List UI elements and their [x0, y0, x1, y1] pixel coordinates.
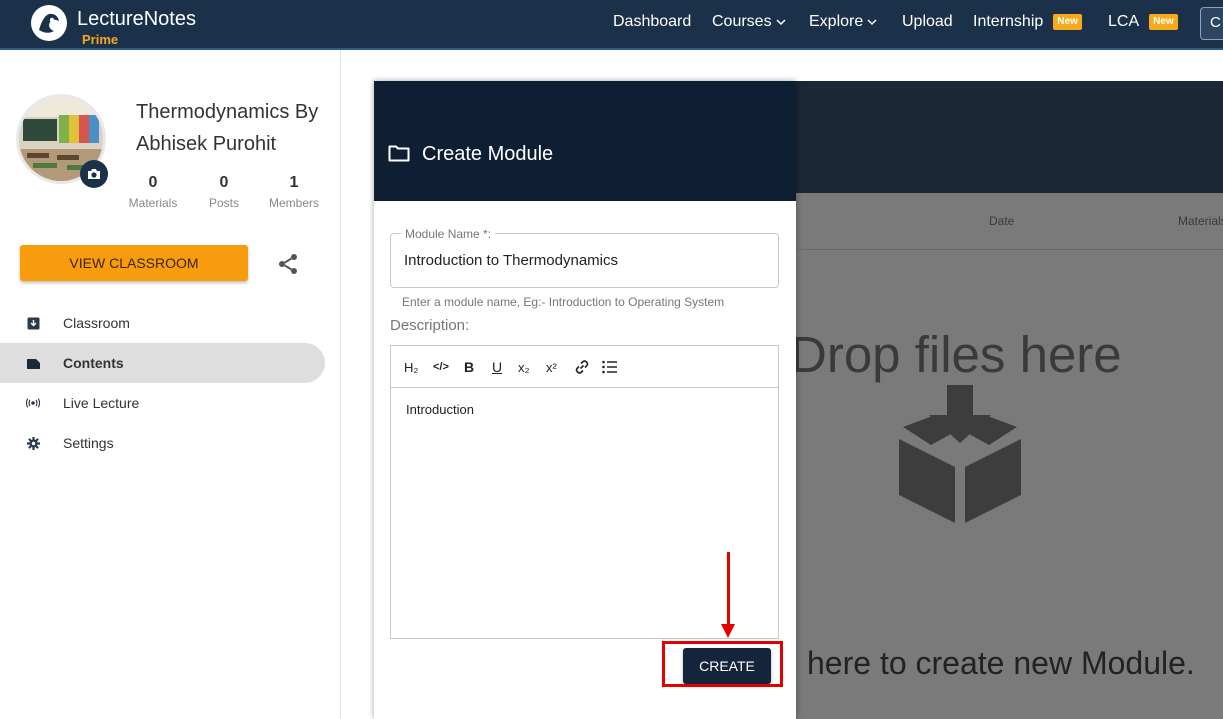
brand-name[interactable]: LectureNotes — [77, 8, 196, 31]
description-label: Description: — [390, 317, 470, 334]
classroom-icon — [26, 316, 40, 330]
lecturenotes-logo-icon[interactable] — [30, 4, 68, 42]
top-navbar: LectureNotes Prime Dashboard Courses Exp… — [0, 0, 1223, 50]
sidebar: Thermodynamics By Abhisek Purohit 0 Mate… — [0, 50, 341, 719]
sidebar-item-settings[interactable]: Settings — [0, 423, 325, 463]
nav-account-button[interactable]: C — [1200, 7, 1223, 40]
classroom-title: Thermodynamics By Abhisek Purohit — [136, 101, 319, 155]
sidebar-item-live-lecture[interactable]: Live Lecture — [0, 383, 325, 423]
subscript-button[interactable]: x₂ — [518, 358, 530, 376]
contents-header-banner — [795, 81, 1223, 193]
stat-posts-value: 0 — [219, 174, 229, 191]
dialog-header: Create Module — [374, 81, 796, 201]
change-photo-button[interactable] — [80, 160, 108, 188]
folder-icon — [388, 145, 410, 162]
dialog-title: Create Module — [422, 143, 554, 165]
sidebar-item-classroom[interactable]: Classroom — [0, 303, 325, 343]
description-editor[interactable]: H₂ </> B U x₂ x² Introduction — [390, 345, 779, 639]
sidebar-item-contents[interactable]: Contents — [0, 343, 325, 383]
module-name-field[interactable]: Module Name *: — [390, 227, 779, 288]
sidebar-item-label: Live Lecture — [63, 395, 140, 411]
nav-internship-label: Internship — [973, 13, 1044, 30]
description-text[interactable]: Introduction — [406, 402, 474, 417]
underline-button[interactable]: U — [492, 358, 502, 376]
nav-upload[interactable]: Upload — [902, 13, 953, 31]
superscript-button[interactable]: x² — [546, 358, 557, 376]
stat-members: 1 Members — [259, 174, 329, 210]
nav-lca[interactable]: LCA New — [1108, 13, 1178, 31]
share-icon[interactable] — [276, 252, 300, 276]
nav-lca-label: LCA — [1108, 13, 1140, 30]
new-badge: New — [1149, 14, 1178, 30]
editor-toolbar: H₂ </> B U x₂ x² — [391, 346, 778, 388]
module-name-label: Module Name *: — [401, 227, 496, 241]
bold-button[interactable]: B — [464, 358, 474, 376]
contents-icon — [26, 356, 40, 370]
camera-icon — [88, 169, 100, 179]
nav-upload-label: Upload — [902, 13, 953, 30]
nav-explore[interactable]: Explore — [809, 13, 877, 31]
heading-button[interactable]: H₂ — [404, 358, 418, 376]
stat-posts-label: Posts — [208, 196, 239, 210]
chevron-down-icon — [776, 19, 786, 26]
chevron-down-icon — [867, 19, 877, 26]
nav-courses[interactable]: Courses — [712, 13, 786, 31]
stat-materials-label: Materials — [128, 196, 178, 210]
nav-dashboard[interactable]: Dashboard — [613, 13, 691, 31]
drop-files-text: Drop files here — [795, 326, 1122, 383]
sidebar-item-label: Settings — [63, 435, 114, 451]
file-drop-zone[interactable]: y Date Materials Drop files here here to… — [795, 193, 1223, 719]
stat-materials-value: 0 — [148, 174, 158, 191]
stat-materials: 0 Materials — [118, 174, 188, 210]
bulleted-list-icon[interactable] — [602, 358, 618, 376]
stat-posts: 0 Posts — [189, 174, 259, 210]
annotation-arrow-shaft — [727, 552, 730, 628]
column-header-materials: Materials — [1178, 214, 1223, 228]
nav-courses-label: Courses — [712, 13, 772, 30]
stat-members-value: 1 — [289, 174, 299, 191]
divider — [795, 249, 1223, 250]
sidebar-item-label: Contents — [63, 355, 124, 371]
annotation-arrow-head — [721, 624, 735, 638]
nav-internship[interactable]: Internship New — [973, 13, 1082, 31]
create-module-hint-text: here to create new Module. — [807, 645, 1195, 681]
column-header-date: Date — [989, 214, 1015, 228]
code-button[interactable]: </> — [433, 358, 449, 376]
view-classroom-button[interactable]: VIEW CLASSROOM — [20, 245, 248, 281]
module-name-input[interactable] — [404, 252, 764, 269]
drop-box-icon — [899, 385, 1021, 523]
nav-dashboard-label: Dashboard — [613, 13, 692, 30]
annotation-highlight-box — [662, 641, 783, 687]
sidebar-item-label: Classroom — [63, 315, 130, 331]
link-icon[interactable] — [574, 358, 590, 376]
module-name-helper-text: Enter a module name, Eg:- Introduction t… — [402, 295, 725, 309]
brand-prime-label: Prime — [82, 32, 119, 47]
new-badge: New — [1053, 14, 1082, 30]
gear-icon — [26, 436, 40, 450]
live-lecture-icon — [26, 396, 40, 410]
stat-members-label: Members — [268, 196, 319, 210]
nav-explore-label: Explore — [809, 13, 864, 30]
